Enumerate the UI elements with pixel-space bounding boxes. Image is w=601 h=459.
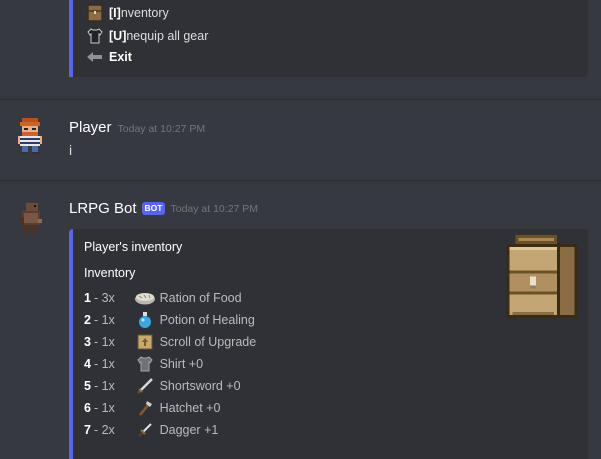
- username[interactable]: Player: [69, 119, 112, 136]
- timestamp: Today at 10:27 PM: [170, 202, 259, 215]
- exit-arrow-icon: [85, 48, 105, 66]
- message-divider: [0, 99, 601, 100]
- menu-item-unequip: [U]nequip all gear: [85, 27, 208, 45]
- message-divider: [0, 180, 601, 181]
- list-item: 5- 1x Shortsword +0: [84, 376, 241, 396]
- list-item: 3- 1x Scroll of Upgrade: [84, 332, 256, 352]
- message-content: i: [69, 142, 73, 158]
- timestamp: Today at 10:27 PM: [117, 123, 206, 135]
- potion-icon: [134, 310, 156, 330]
- list-item: 1- 3x Ration of Food: [84, 288, 242, 308]
- message-header-player: Player Today at 10:27 PM: [69, 119, 205, 136]
- shirt-icon: [85, 27, 105, 45]
- embed-field-name: Inventory: [84, 266, 136, 280]
- dagger-icon: [134, 420, 156, 440]
- scroll-icon: [134, 332, 156, 352]
- menu-item-inventory: [I]nventory: [85, 4, 169, 22]
- list-item: 4- 1x Shirt +0: [84, 354, 203, 374]
- menu-embed: [I]nventory [U]nequip all gear Exit: [69, 0, 588, 77]
- inventory-embed: Player's inventory Inventory 1- 3x Ratio…: [69, 229, 588, 459]
- shortsword-icon: [134, 376, 156, 396]
- list-item: 7- 2x Dagger +1: [84, 420, 218, 440]
- embed-title: Player's inventory: [84, 240, 183, 254]
- chest-icon: [85, 4, 105, 22]
- avatar[interactable]: [14, 116, 54, 156]
- hatchet-icon: [134, 398, 156, 418]
- list-item: 2- 1x Potion of Healing: [84, 310, 255, 330]
- menu-item-exit: Exit: [85, 48, 132, 66]
- bot-avatar[interactable]: [14, 197, 54, 237]
- bot-badge: BOT: [141, 202, 166, 215]
- backpack-icon: [503, 235, 581, 324]
- list-item: 6- 1x Hatchet +0: [84, 398, 220, 418]
- bread-icon: [134, 288, 156, 308]
- bot-username[interactable]: LRPG Bot: [69, 200, 137, 217]
- shirt-icon: [134, 354, 156, 374]
- message-header-bot: LRPG Bot BOT Today at 10:27 PM: [69, 200, 258, 217]
